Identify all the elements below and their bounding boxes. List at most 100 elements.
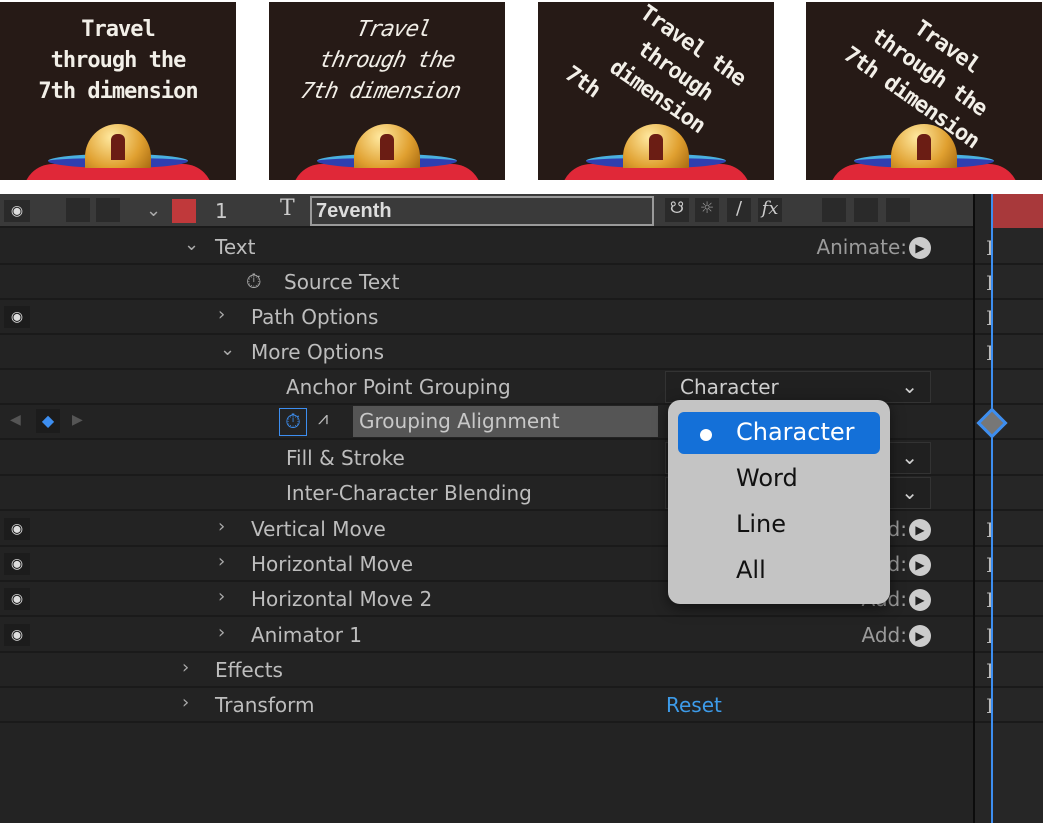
- row-label: Fill & Stroke: [286, 446, 405, 470]
- play-icon[interactable]: ▶: [909, 237, 931, 259]
- audio-toggle[interactable]: [66, 198, 90, 222]
- effects-switch[interactable]: fx: [758, 198, 782, 222]
- play-icon[interactable]: ▶: [909, 625, 931, 647]
- thumb-text: through the: [316, 48, 458, 73]
- row-label: Effects: [215, 658, 283, 682]
- layer-row[interactable]: ◉ ⌄ 1 T 7eventh ☋ ☼ / fx: [0, 194, 973, 228]
- keyframe-icon[interactable]: ◆: [36, 409, 60, 433]
- transform-row[interactable]: › Transform Reset: [0, 688, 973, 723]
- chevron-down-icon[interactable]: ⌄: [220, 339, 235, 360]
- menu-item-label: Character: [736, 418, 855, 446]
- thumbnail-4: Travel through the 7th dimension: [806, 2, 1042, 180]
- ufo-image: [829, 124, 1019, 180]
- eye-icon[interactable]: ◉: [4, 200, 30, 222]
- label-color[interactable]: [172, 199, 196, 223]
- chevron-right-icon[interactable]: ›: [218, 551, 225, 572]
- effects-row[interactable]: › Effects: [0, 653, 973, 688]
- chevron-right-icon[interactable]: ›: [218, 516, 225, 537]
- chevron-down-icon: ⌄: [901, 480, 918, 504]
- chevron-down-icon: ⌄: [901, 445, 918, 469]
- menu-item-word[interactable]: Word: [678, 458, 880, 500]
- play-icon[interactable]: ▶: [909, 519, 931, 541]
- eye-icon[interactable]: ◉: [4, 588, 30, 610]
- row-label: Vertical Move: [251, 517, 386, 541]
- row-label: Text: [215, 235, 256, 259]
- menu-item-all[interactable]: All: [678, 550, 880, 592]
- thumb-text: Travel: [81, 17, 155, 42]
- solo-toggle[interactable]: [96, 198, 120, 222]
- chevron-right-icon[interactable]: ›: [182, 657, 189, 678]
- quality-icon[interactable]: /: [727, 198, 751, 222]
- thumb-text: Travel: [354, 17, 433, 42]
- more-options-row[interactable]: ⌄ More Options: [0, 335, 973, 370]
- eye-icon[interactable]: ◉: [4, 518, 30, 540]
- chevron-down-icon: ⌄: [901, 374, 918, 398]
- thumbnail-3: Travel the through dimension 7th: [538, 2, 774, 180]
- text-layer-icon: T: [280, 196, 295, 221]
- thumb-text: 7th dimension: [298, 79, 463, 104]
- stopwatch-icon[interactable]: ⏱: [279, 408, 307, 436]
- row-label: Animator 1: [251, 623, 363, 647]
- dropdown-value: Character: [680, 375, 779, 399]
- chevron-right-icon[interactable]: ›: [218, 304, 225, 325]
- reset-link[interactable]: Reset: [666, 693, 722, 717]
- layer-bar[interactable]: [991, 194, 1043, 228]
- row-label: Path Options: [251, 305, 379, 329]
- menu-item-label: Line: [736, 510, 787, 538]
- thumbnail-2: Travel through the 7th dimension: [269, 2, 505, 180]
- adjustment-toggle[interactable]: [854, 198, 878, 222]
- row-label: Source Text: [284, 270, 400, 294]
- text-group-row[interactable]: ⌄ Text Animate: ▶: [0, 230, 973, 265]
- selected-dot-icon: [700, 429, 712, 441]
- chevron-right-icon[interactable]: ›: [218, 586, 225, 607]
- row-label: More Options: [251, 340, 385, 364]
- chevron-right-icon[interactable]: ›: [182, 692, 189, 713]
- animator-1-row[interactable]: ◉ › Animator 1 Add: ▶: [0, 618, 973, 653]
- animate-button[interactable]: Animate: ▶: [816, 235, 931, 259]
- eye-icon[interactable]: ◉: [4, 306, 30, 328]
- menu-item-label: Word: [736, 464, 798, 492]
- source-text-row[interactable]: ⏱ Source Text: [0, 265, 973, 300]
- graph-icon[interactable]: ⩘: [318, 408, 328, 429]
- playhead[interactable]: [991, 194, 993, 823]
- menu-item-label: All: [736, 556, 766, 584]
- stopwatch-icon[interactable]: ⏱: [246, 269, 262, 293]
- row-label: Inter-Character Blending: [286, 481, 532, 505]
- add-label: Add:: [861, 623, 907, 647]
- animate-label: Animate:: [816, 235, 907, 259]
- menu-item-character[interactable]: Character: [678, 412, 880, 454]
- play-icon[interactable]: ▶: [909, 589, 931, 611]
- eye-icon[interactable]: ◉: [4, 553, 30, 575]
- thumbnail-1: Travel through the 7th dimension: [0, 2, 236, 180]
- motion-blur-toggle[interactable]: [822, 198, 846, 222]
- row-label: Anchor Point Grouping: [286, 375, 511, 399]
- timeline-panel: ◉ ⌄ 1 T 7eventh ☋ ☼ / fx ⌄ Text Animate: ▶ …: [0, 194, 1043, 823]
- ufo-image: [561, 124, 751, 180]
- shy-icon[interactable]: ☋: [665, 198, 689, 222]
- chevron-down-icon[interactable]: ⌄: [146, 200, 161, 221]
- chevron-down-icon[interactable]: ⌄: [184, 234, 199, 255]
- row-label: Horizontal Move 2: [251, 587, 433, 611]
- chevron-right-icon[interactable]: ›: [218, 622, 225, 643]
- prev-keyframe-icon[interactable]: ◀: [10, 412, 21, 428]
- eye-icon[interactable]: ◉: [4, 624, 30, 646]
- timeline-track-area[interactable]: I I I I I I I I I I: [973, 194, 1043, 823]
- grouping-alignment-menu: Character Word Line All: [668, 400, 890, 604]
- row-label: Horizontal Move: [251, 552, 414, 576]
- path-options-row[interactable]: ◉ › Path Options: [0, 300, 973, 335]
- menu-item-line[interactable]: Line: [678, 504, 880, 546]
- grouping-alignment-field[interactable]: Grouping Alignment: [353, 406, 658, 437]
- layer-name-field[interactable]: 7eventh: [310, 196, 654, 226]
- thumb-text: 7th dimension: [38, 79, 198, 104]
- layer-number: 1: [215, 199, 228, 223]
- row-label: Transform: [215, 693, 315, 717]
- add-button[interactable]: Add:▶: [862, 623, 931, 647]
- anchor-grouping-dropdown[interactable]: Character ⌄: [665, 371, 931, 403]
- play-icon[interactable]: ▶: [909, 554, 931, 576]
- collapse-icon[interactable]: ☼: [695, 198, 719, 222]
- next-keyframe-icon[interactable]: ▶: [72, 412, 83, 428]
- ufo-image: [23, 124, 213, 180]
- thumb-text: through the: [50, 48, 187, 73]
- ufo-image: [292, 124, 482, 180]
- 3d-toggle[interactable]: [886, 198, 910, 222]
